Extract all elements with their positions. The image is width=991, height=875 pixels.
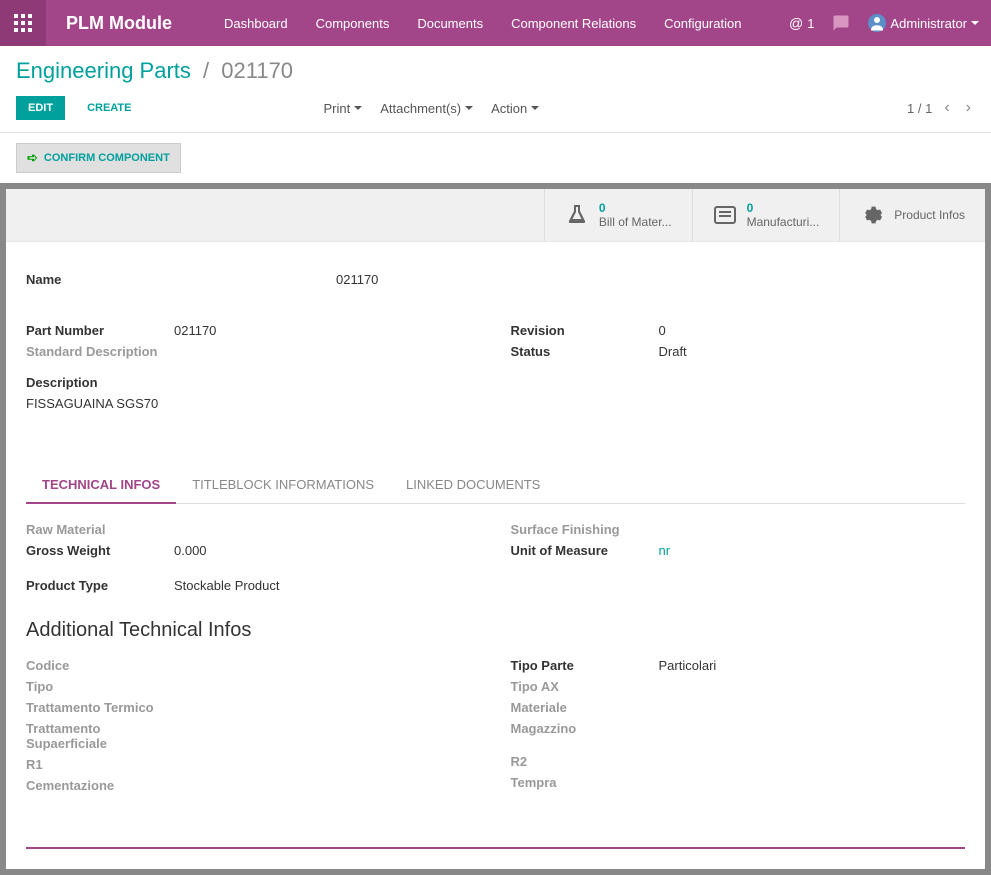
flask-icon bbox=[565, 203, 589, 227]
breadcrumb: Engineering Parts / 021170 bbox=[16, 58, 975, 84]
attachments-dropdown[interactable]: Attachment(s) bbox=[380, 101, 473, 116]
tipo-ax-label: Tipo AX bbox=[511, 679, 659, 694]
materiale-label: Materiale bbox=[511, 700, 659, 715]
tab-titleblock-informations[interactable]: TITLEBLOCK INFORMATIONS bbox=[176, 467, 390, 503]
chat-icon[interactable] bbox=[832, 14, 850, 32]
stat-bom[interactable]: 0Bill of Mater... bbox=[544, 189, 692, 241]
pager-prev[interactable]: ‹ bbox=[940, 99, 953, 117]
part-number-label: Part Number bbox=[26, 323, 174, 338]
stat-manufacturing[interactable]: 0Manufacturi... bbox=[692, 189, 840, 241]
stat-product-infos[interactable]: Product Infos bbox=[839, 189, 985, 241]
print-dropdown[interactable]: Print bbox=[323, 101, 362, 116]
description-value: FISSAGUAINA SGS70 bbox=[26, 396, 158, 411]
description-label: Description bbox=[26, 375, 174, 390]
user-menu[interactable]: Administrator bbox=[868, 14, 979, 32]
additional-technical-title: Additional Technical Infos bbox=[26, 619, 965, 642]
trattamento-sup-label: Trattamento Supaerficiale bbox=[26, 721, 174, 751]
apps-icon[interactable] bbox=[0, 0, 46, 46]
pager-text: 1 / 1 bbox=[907, 101, 932, 116]
nav-configuration[interactable]: Configuration bbox=[652, 0, 753, 46]
module-name: PLM Module bbox=[46, 13, 192, 34]
nav-components[interactable]: Components bbox=[304, 0, 402, 46]
cementazione-label: Cementazione bbox=[26, 778, 174, 793]
tab-linked-documents[interactable]: LINKED DOCUMENTS bbox=[390, 467, 556, 503]
std-desc-label: Standard Description bbox=[26, 344, 174, 359]
raw-material-label: Raw Material bbox=[26, 522, 174, 537]
product-type-value: Stockable Product bbox=[174, 578, 280, 593]
name-value: 021170 bbox=[336, 272, 378, 287]
name-label: Name bbox=[26, 272, 336, 287]
action-dropdown[interactable]: Action bbox=[491, 101, 539, 116]
gears-icon bbox=[860, 203, 884, 227]
revision-value: 0 bbox=[659, 323, 666, 338]
surface-finishing-label: Surface Finishing bbox=[511, 522, 659, 537]
breadcrumb-current: 021170 bbox=[221, 58, 293, 83]
r2-label: R2 bbox=[511, 754, 659, 769]
magazzino-label: Magazzino bbox=[511, 721, 659, 736]
r1-label: R1 bbox=[26, 757, 174, 772]
tempra-label: Tempra bbox=[511, 775, 659, 790]
gross-weight-value: 0.000 bbox=[174, 543, 207, 558]
status-label: Status bbox=[511, 344, 659, 359]
status-value: Draft bbox=[659, 344, 687, 359]
tipo-parte-value: Particolari bbox=[659, 658, 717, 673]
list-icon bbox=[713, 203, 737, 227]
part-number-value: 021170 bbox=[174, 323, 216, 338]
tab-technical-infos[interactable]: TECHNICAL INFOS bbox=[26, 467, 176, 504]
nav-documents[interactable]: Documents bbox=[405, 0, 495, 46]
tipo-parte-label: Tipo Parte bbox=[511, 658, 659, 673]
nav-component-relations[interactable]: Component Relations bbox=[499, 0, 648, 46]
nav-dashboard[interactable]: Dashboard bbox=[212, 0, 300, 46]
breadcrumb-parent[interactable]: Engineering Parts bbox=[16, 58, 191, 83]
tipo-label: Tipo bbox=[26, 679, 174, 694]
uom-value[interactable]: nr bbox=[659, 543, 671, 558]
product-type-label: Product Type bbox=[26, 578, 174, 593]
create-button[interactable]: CREATE bbox=[75, 96, 143, 120]
messages-icon[interactable]: @1 bbox=[789, 15, 814, 31]
confirm-component-button[interactable]: ➪ CONFIRM COMPONENT bbox=[16, 143, 181, 173]
arrow-right-icon: ➪ bbox=[27, 150, 38, 166]
edit-button[interactable]: EDIT bbox=[16, 96, 65, 120]
gross-weight-label: Gross Weight bbox=[26, 543, 174, 558]
pager-next[interactable]: › bbox=[962, 99, 975, 117]
codice-label: Codice bbox=[26, 658, 174, 673]
trattamento-termico-label: Trattamento Termico bbox=[26, 700, 174, 715]
revision-label: Revision bbox=[511, 323, 659, 338]
uom-label: Unit of Measure bbox=[511, 543, 659, 558]
